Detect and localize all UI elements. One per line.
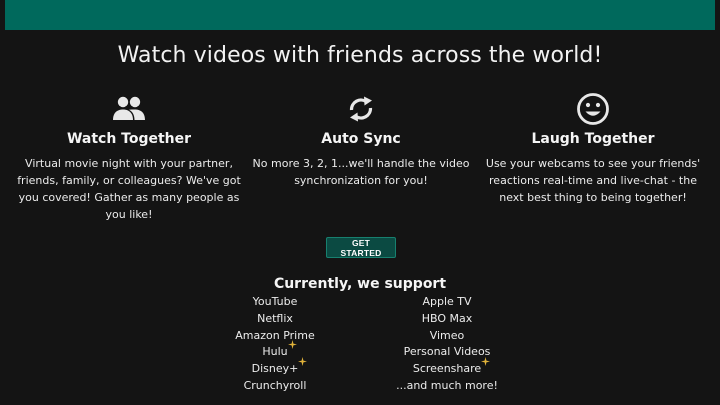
list-item: Apple TV xyxy=(372,294,522,311)
service-name: Disney+ xyxy=(251,362,299,376)
feature-description: Virtual movie night with your partner, f… xyxy=(17,157,241,221)
headline: Watch videos with friends across the wor… xyxy=(117,43,603,68)
feature-auto-sync: Auto Sync No more 3, 2, 1...we'll handle… xyxy=(246,92,476,189)
list-item: Amazon Prime xyxy=(200,328,350,345)
support-title: Currently, we support xyxy=(273,276,447,292)
list-item: HBO Max xyxy=(372,311,522,328)
service-name: HBO Max xyxy=(421,311,473,325)
feature-title: Watch Together xyxy=(66,131,192,147)
feature-description: Use your webcams to see your friends' re… xyxy=(485,157,701,204)
sparkle-icon xyxy=(287,340,297,350)
service-name: Amazon Prime xyxy=(235,328,315,342)
list-item: Screenshare xyxy=(372,357,522,378)
feature-laugh-together: Laugh Together Use your webcams to see y… xyxy=(478,92,708,206)
smiley-icon xyxy=(574,92,612,126)
list-item: ...and much more! xyxy=(372,378,522,395)
support-list-left: YouTube Netflix Amazon Prime Hulu Disney… xyxy=(200,294,350,395)
feature-title: Auto Sync xyxy=(321,131,401,147)
service-name: Personal Videos xyxy=(403,345,491,359)
feature-title: Laugh Together xyxy=(531,131,655,147)
list-item: YouTube xyxy=(200,294,350,311)
list-item: Vimeo xyxy=(372,328,522,345)
feature-description: No more 3, 2, 1...we'll handle the video… xyxy=(252,157,470,187)
feature-watch-together: Watch Together Virtual movie night with … xyxy=(14,92,244,223)
list-item: Personal Videos xyxy=(372,344,522,361)
list-item: Hulu xyxy=(200,340,350,361)
group-icon xyxy=(110,92,148,126)
service-name: ...and much more! xyxy=(396,378,498,392)
landing-page: Watch videos with friends across the wor… xyxy=(0,0,720,405)
sync-icon xyxy=(342,92,380,126)
service-name: Vimeo xyxy=(429,328,465,342)
support-list-right: Apple TV HBO Max Vimeo Personal Videos S… xyxy=(372,294,522,395)
list-item: Disney+ xyxy=(200,357,350,378)
list-item: Crunchyroll xyxy=(200,378,350,395)
list-item: Netflix xyxy=(200,311,350,328)
get-started-button[interactable]: GET STARTED xyxy=(326,237,396,258)
sparkle-icon xyxy=(298,357,308,367)
service-name: Hulu xyxy=(262,345,288,359)
service-name: Netflix xyxy=(257,311,293,325)
service-name: Apple TV xyxy=(422,295,472,308)
service-name: Screenshare xyxy=(412,362,482,376)
top-banner xyxy=(5,0,715,30)
service-name: Crunchyroll xyxy=(243,378,307,392)
sparkle-icon xyxy=(481,357,491,367)
service-name: YouTube xyxy=(252,295,298,308)
